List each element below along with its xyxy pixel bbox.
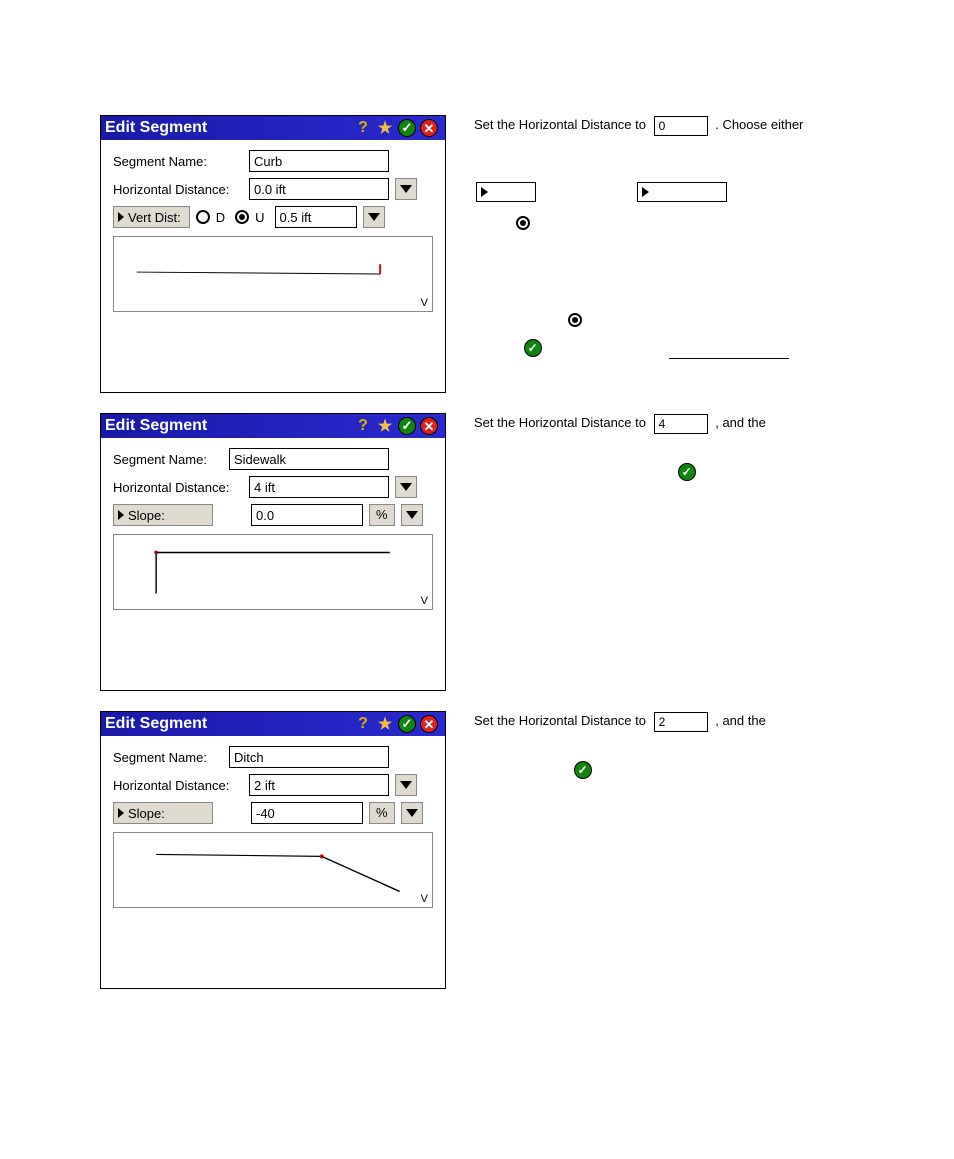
percent-label: % xyxy=(369,802,395,824)
dialog-title: Edit Segment xyxy=(105,417,351,435)
cancel-button[interactable]: ✕ xyxy=(419,118,439,138)
radio-up-label: U xyxy=(255,210,264,225)
preview-panel: V xyxy=(113,832,433,908)
inline-hdist-input[interactable]: 0 xyxy=(654,116,708,136)
hdist-label: Horizontal Distance: xyxy=(113,480,243,495)
slope-input[interactable] xyxy=(251,504,363,526)
help-icon[interactable]: ? xyxy=(353,714,373,734)
ok-button[interactable]: ✓ xyxy=(397,714,417,734)
preview-corner-label: V xyxy=(421,893,428,905)
inline-radio-u[interactable] xyxy=(516,216,530,230)
instructions-sidewalk: Set the Horizontal Distance to 4 , and t… xyxy=(474,413,870,481)
inline-hdist-input[interactable]: 4 xyxy=(654,414,708,434)
radio-down-label: D xyxy=(216,210,225,225)
radio-down[interactable] xyxy=(196,210,210,224)
segment-name-input[interactable] xyxy=(229,448,389,470)
hdist-input[interactable] xyxy=(249,178,389,200)
preview-panel: V xyxy=(113,534,433,610)
preview-corner-label: V xyxy=(421,595,428,607)
inline-ok-icon[interactable]: ✓ xyxy=(678,463,696,481)
hdist-dropdown[interactable] xyxy=(395,476,417,498)
favorite-icon[interactable]: ★ xyxy=(375,714,395,734)
percent-label: % xyxy=(369,504,395,526)
ok-button[interactable]: ✓ xyxy=(397,118,417,138)
titlebar: Edit Segment ? ★ ✓ ✕ xyxy=(101,116,445,140)
cancel-button[interactable]: ✕ xyxy=(419,714,439,734)
help-icon[interactable]: ? xyxy=(353,118,373,138)
edit-segment-dialog-ditch: Edit Segment ? ★ ✓ ✕ Segment Name: Horiz… xyxy=(100,711,446,989)
segment-name-label: Segment Name: xyxy=(113,154,243,169)
preview-corner-label: V xyxy=(421,297,428,309)
slope-input[interactable] xyxy=(251,802,363,824)
inline-slope-button[interactable] xyxy=(637,182,727,202)
hdist-input[interactable] xyxy=(249,774,389,796)
cancel-button[interactable]: ✕ xyxy=(419,416,439,436)
instructions-curb: Set the Horizontal Distance to 0 . Choos… xyxy=(474,115,870,359)
help-icon[interactable]: ? xyxy=(353,416,373,436)
slope-dropdown[interactable] xyxy=(401,802,423,824)
hdist-dropdown[interactable] xyxy=(395,774,417,796)
inline-vertdist-button[interactable] xyxy=(476,182,536,202)
segment-name-label: Segment Name: xyxy=(113,750,223,765)
segment-name-label: Segment Name: xyxy=(113,452,223,467)
vdist-input[interactable] xyxy=(275,206,357,228)
hdist-input[interactable] xyxy=(249,476,389,498)
edit-segment-dialog-sidewalk: Edit Segment ? ★ ✓ ✕ Segment Name: Horiz… xyxy=(100,413,446,691)
edit-segment-dialog-curb: Edit Segment ? ★ ✓ ✕ Segment Name: Horiz… xyxy=(100,115,446,393)
ok-button[interactable]: ✓ xyxy=(397,416,417,436)
inline-ok-icon[interactable]: ✓ xyxy=(574,761,592,779)
inline-hdist-input[interactable]: 2 xyxy=(654,712,708,732)
dialog-title: Edit Segment xyxy=(105,715,351,733)
titlebar: Edit Segment ? ★ ✓ ✕ xyxy=(101,414,445,438)
radio-up[interactable] xyxy=(235,210,249,224)
segment-name-input[interactable] xyxy=(229,746,389,768)
vdist-dropdown[interactable] xyxy=(363,206,385,228)
favorite-icon[interactable]: ★ xyxy=(375,118,395,138)
slope-mode-button[interactable]: Slope: xyxy=(113,802,213,824)
slope-dropdown[interactable] xyxy=(401,504,423,526)
preview-panel: V xyxy=(113,236,433,312)
slope-mode-button[interactable]: Slope: xyxy=(113,504,213,526)
titlebar: Edit Segment ? ★ ✓ ✕ xyxy=(101,712,445,736)
instructions-ditch: Set the Horizontal Distance to 2 , and t… xyxy=(474,711,870,779)
segment-name-input[interactable] xyxy=(249,150,389,172)
vert-dist-mode-button[interactable]: Vert Dist: xyxy=(113,206,190,228)
favorite-icon[interactable]: ★ xyxy=(375,416,395,436)
hdist-dropdown[interactable] xyxy=(395,178,417,200)
hdist-label: Horizontal Distance: xyxy=(113,182,243,197)
hdist-label: Horizontal Distance: xyxy=(113,778,243,793)
dialog-title: Edit Segment xyxy=(105,119,351,137)
inline-radio-u2[interactable] xyxy=(568,313,582,327)
inline-ok-icon[interactable]: ✓ xyxy=(524,339,542,357)
